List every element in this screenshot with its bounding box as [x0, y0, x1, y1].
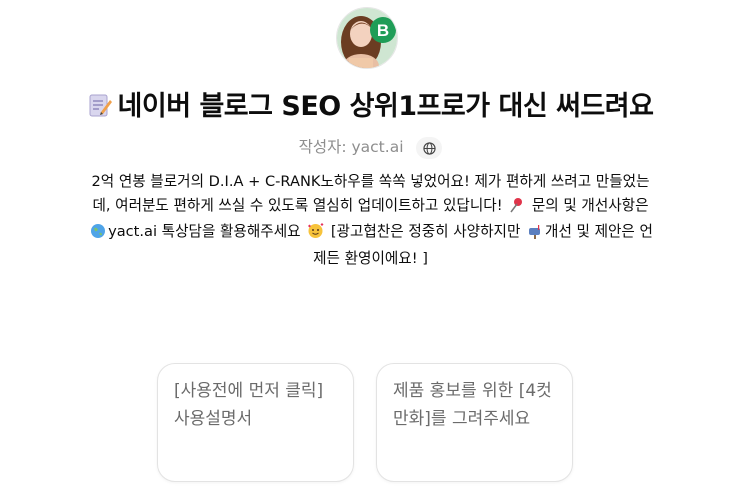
memo-icon: [88, 92, 112, 125]
author-line: 작성자: yact.ai: [0, 135, 741, 159]
description-text-4: [광고협찬은 정중히 사양하지만: [330, 223, 521, 241]
conversation-starter-card[interactable]: [사용전에 먼저 클릭]사용설명서: [157, 363, 354, 482]
smiling-face-with-hearts-icon: [307, 222, 324, 247]
conversation-starter-text: [사용전에 먼저 클릭]사용설명서: [174, 381, 324, 429]
gpt-title: 네이버 블로그 SEO 상위1프로가 대신 써드려요: [0, 84, 741, 125]
pushpin-icon: [509, 197, 525, 221]
gpt-description: 2억 연봉 블로거의 D.I.A + C-RANK노하우를 쏙쏙 넣었어요! 제…: [84, 170, 657, 270]
mailbox-icon: [527, 223, 543, 247]
description-text-3: yact.ai 톡상담을 활용해주세요: [108, 223, 301, 241]
gpt-title-text: 네이버 블로그 SEO 상위1프로가 대신 써드려요: [117, 91, 654, 122]
svg-text:B: B: [377, 21, 389, 40]
conversation-starter-card[interactable]: 제품 홍보를 위한 [4컷만화]를 그려주세요: [376, 363, 573, 482]
gpt-avatar: B: [336, 7, 398, 69]
globe-icon[interactable]: [416, 136, 443, 159]
description-text-2: 문의 및 개선사항은: [531, 196, 649, 214]
globe-emoji-icon: [90, 223, 106, 247]
author-label: 작성자: yact.ai: [298, 138, 404, 156]
conversation-starter-text: 제품 홍보를 위한 [4컷만화]를 그려주세요: [393, 381, 552, 429]
